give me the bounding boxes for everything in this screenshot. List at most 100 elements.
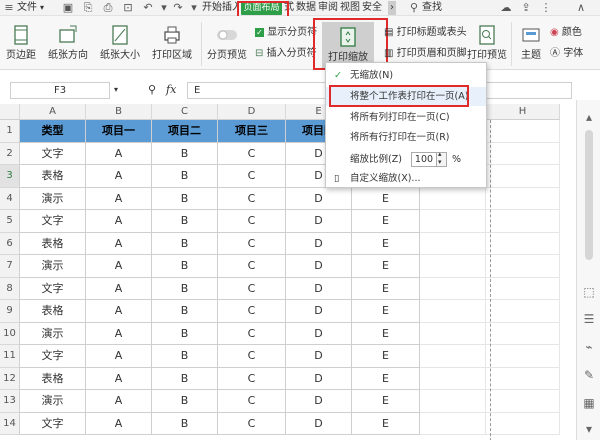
table-cell[interactable]: A	[86, 210, 152, 233]
search-label[interactable]: 查找	[422, 1, 442, 15]
row-header[interactable]: 6	[0, 232, 20, 255]
table-cell[interactable]	[420, 187, 486, 210]
table-cell[interactable]: C	[218, 322, 286, 345]
table-cell[interactable]: 表格	[20, 232, 86, 255]
table-cell[interactable]: E	[352, 232, 420, 255]
column-header[interactable]: A	[20, 104, 86, 120]
scale-option-none[interactable]: ✓ 无缩放(N)	[326, 66, 486, 85]
table-cell[interactable]: 演示	[20, 390, 86, 413]
tab-security[interactable]: 安全	[362, 1, 382, 15]
table-cell[interactable]: A	[86, 187, 152, 210]
table-cell[interactable]: 演示	[20, 255, 86, 278]
zoom-lens-icon[interactable]: ⚲	[148, 83, 156, 96]
tab-home[interactable]: 开始	[202, 1, 222, 15]
table-cell[interactable]	[486, 322, 560, 345]
table-cell[interactable]: D	[286, 345, 352, 368]
table-cell[interactable]: B	[152, 210, 218, 233]
row-header[interactable]: 3	[0, 165, 20, 188]
more-tabs-icon[interactable]: ›	[388, 1, 396, 15]
table-cell[interactable]: 文字	[20, 142, 86, 165]
insert-page-break-button[interactable]: ⊟ 插入分页符	[255, 47, 317, 61]
table-cell[interactable]: E	[352, 345, 420, 368]
search-icon[interactable]: ⚲	[408, 2, 420, 14]
print-icon[interactable]: ⎙	[102, 2, 114, 14]
header-cell[interactable]: 类型	[20, 120, 86, 143]
table-cell[interactable]: E	[352, 187, 420, 210]
table-cell[interactable]: D	[286, 412, 352, 435]
edit-icon[interactable]: ✎	[582, 368, 596, 382]
table-cell[interactable]: 演示	[20, 187, 86, 210]
table-cell[interactable]: 演示	[20, 322, 86, 345]
table-cell[interactable]	[486, 187, 560, 210]
name-box[interactable]: F3	[10, 82, 110, 99]
menu-icon[interactable]: ≡	[3, 2, 15, 14]
share-icon[interactable]: ⇪	[520, 2, 532, 14]
table-cell[interactable]: D	[286, 232, 352, 255]
header-cell[interactable]	[486, 120, 560, 143]
row-header[interactable]: 10	[0, 322, 20, 345]
column-header[interactable]: H	[486, 104, 560, 120]
table-cell[interactable]	[486, 367, 560, 390]
table-cell[interactable]: D	[286, 390, 352, 413]
header-cell[interactable]: 项目二	[152, 120, 218, 143]
header-cell[interactable]: 项目三	[218, 120, 286, 143]
table-cell[interactable]: C	[218, 345, 286, 368]
table-cell[interactable]: E	[352, 390, 420, 413]
table-cell[interactable]: A	[86, 232, 152, 255]
fonts-button[interactable]: Ⓐ 字体	[550, 47, 583, 61]
table-cell[interactable]: D	[286, 367, 352, 390]
table-cell[interactable]: 文字	[20, 345, 86, 368]
colors-button[interactable]: ◉ 颜色	[550, 26, 582, 40]
table-cell[interactable]: C	[218, 390, 286, 413]
table-cell[interactable]: 文字	[20, 277, 86, 300]
undo-icon[interactable]: ↶	[142, 2, 154, 14]
table-cell[interactable]: B	[152, 187, 218, 210]
dropdown-arrow-icon[interactable]: ▾	[40, 1, 44, 15]
row-header[interactable]: 13	[0, 390, 20, 413]
export-icon[interactable]: ⎘	[82, 2, 94, 14]
table-cell[interactable]: A	[86, 322, 152, 345]
table-cell[interactable]: 表格	[20, 367, 86, 390]
table-cell[interactable]: A	[86, 300, 152, 323]
table-cell[interactable]: A	[86, 277, 152, 300]
select-tool-icon[interactable]: ⬚	[582, 285, 596, 299]
row-header[interactable]: 8	[0, 277, 20, 300]
table-cell[interactable]: B	[152, 367, 218, 390]
select-all-corner[interactable]	[0, 104, 20, 120]
table-cell[interactable]: A	[86, 345, 152, 368]
row-header[interactable]: 14	[0, 412, 20, 435]
table-cell[interactable]: A	[86, 142, 152, 165]
redo-icon[interactable]: ↷	[172, 2, 184, 14]
table-cell[interactable]: D	[286, 210, 352, 233]
table-cell[interactable]: 文字	[20, 210, 86, 233]
table-cell[interactable]	[486, 210, 560, 233]
scale-option-fit-rows[interactable]: 将所有行打印在一页(R)	[326, 128, 486, 147]
scroll-down-icon[interactable]: ▾	[582, 422, 596, 436]
table-cell[interactable]: E	[352, 210, 420, 233]
table-cell[interactable]	[486, 277, 560, 300]
table-cell[interactable]: A	[86, 255, 152, 278]
orientation-button[interactable]: 纸张方向	[45, 24, 91, 68]
row-header[interactable]: 1	[0, 120, 20, 143]
table-cell[interactable]: C	[218, 142, 286, 165]
table-cell[interactable]	[420, 412, 486, 435]
function-icon[interactable]: fx	[166, 83, 176, 96]
table-cell[interactable]: B	[152, 277, 218, 300]
custom-scale-option[interactable]: ▯ 自定义缩放(X)...	[326, 169, 486, 188]
table-cell[interactable]: C	[218, 367, 286, 390]
tab-insert[interactable]: 插入	[222, 1, 238, 15]
row-header[interactable]: 9	[0, 300, 20, 323]
table-cell[interactable]: B	[152, 165, 218, 188]
page-break-preview-button[interactable]: 分页预览	[204, 24, 250, 68]
show-page-breaks-checkbox[interactable]: ✓ 显示分页符	[255, 26, 317, 40]
zoom-ratio-input[interactable]: 100	[411, 152, 437, 167]
spin-up-icon[interactable]: ▴	[438, 150, 442, 158]
table-cell[interactable]: B	[152, 232, 218, 255]
print-area-button[interactable]: 打印区域	[148, 24, 196, 68]
table-cell[interactable]	[486, 165, 560, 188]
row-header[interactable]: 4	[0, 187, 20, 210]
table-cell[interactable]	[486, 345, 560, 368]
print-header-footer-button[interactable]: ▥ 打印页眉和页脚	[384, 47, 467, 61]
table-cell[interactable]: 表格	[20, 300, 86, 323]
table-cell[interactable]	[486, 300, 560, 323]
